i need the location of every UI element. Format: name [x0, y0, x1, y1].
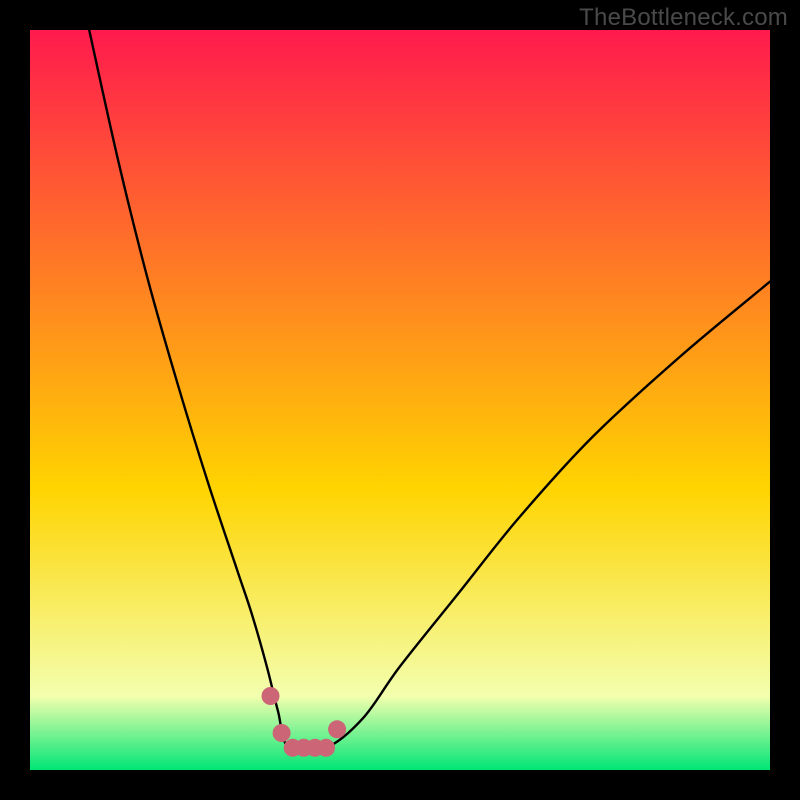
watermark-text: TheBottleneck.com — [579, 4, 788, 32]
gradient-background — [30, 30, 770, 770]
highlight-marker — [262, 687, 280, 705]
highlight-marker — [328, 720, 346, 738]
highlight-marker — [317, 739, 335, 757]
bottleneck-chart — [30, 30, 770, 770]
chart-frame: TheBottleneck.com — [0, 0, 800, 800]
highlight-marker — [273, 724, 291, 742]
